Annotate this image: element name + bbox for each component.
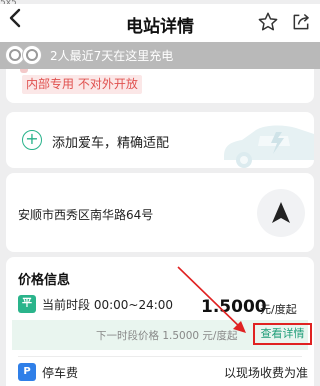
view-details-link[interactable]: 查看详情 <box>253 323 312 345</box>
divider <box>18 356 302 357</box>
navigate-button[interactable] <box>257 189 305 237</box>
share-icon[interactable] <box>291 12 311 32</box>
parking-fee-label: 停车费 <box>42 366 79 380</box>
parking-fee-value: 以现场收费为准 <box>223 366 308 380</box>
navigation-arrow-icon <box>272 202 290 223</box>
current-price-amount: 1.5000 <box>201 297 267 317</box>
card-edge-decoration <box>20 69 28 73</box>
notice-text: 2人最近7天在这里充电 <box>50 49 174 63</box>
station-info-card: 内部专用 不对外开放 <box>6 69 314 103</box>
next-period-row: 下一时段价格 1.5000 元/度起 查看详情 <box>12 320 312 350</box>
address-card: 安顺市西秀区南华路64号 <box>6 173 314 252</box>
recent-charging-notice: 2人最近7天在这里充电 <box>0 42 320 69</box>
add-car-card[interactable]: + 添加爱车，精确适配 <box>6 112 314 168</box>
car-charging-illustration <box>224 125 314 168</box>
star-outline-icon[interactable] <box>257 11 279 33</box>
plus-circle-icon[interactable]: + <box>22 130 42 150</box>
period-tag: 平 <box>18 295 36 313</box>
parking-tag: P <box>18 363 36 381</box>
avatar-icon <box>22 45 42 65</box>
price-section-title: 价格信息 <box>18 273 71 288</box>
top-navbar: 电站详情 <box>0 4 320 42</box>
price-info-card: 价格信息 平 当前时段 00:00~24:00 1.5000 元/度起 下一时段… <box>6 257 314 386</box>
add-car-label: 添加爱车，精确适配 <box>52 136 170 151</box>
parking-fee-row: P 停车费 以现场收费为准 <box>18 363 308 383</box>
station-address: 安顺市西秀区南华路64号 <box>18 208 154 222</box>
current-period-text: 当前时段 00:00~24:00 <box>42 298 174 312</box>
internal-use-tag: 内部专用 不对外开放 <box>22 75 142 94</box>
current-price-unit: 元/度起 <box>260 303 297 316</box>
next-period-price: 下一时段价格 1.5000 元/度起 <box>96 330 238 342</box>
user-avatars <box>5 45 47 66</box>
